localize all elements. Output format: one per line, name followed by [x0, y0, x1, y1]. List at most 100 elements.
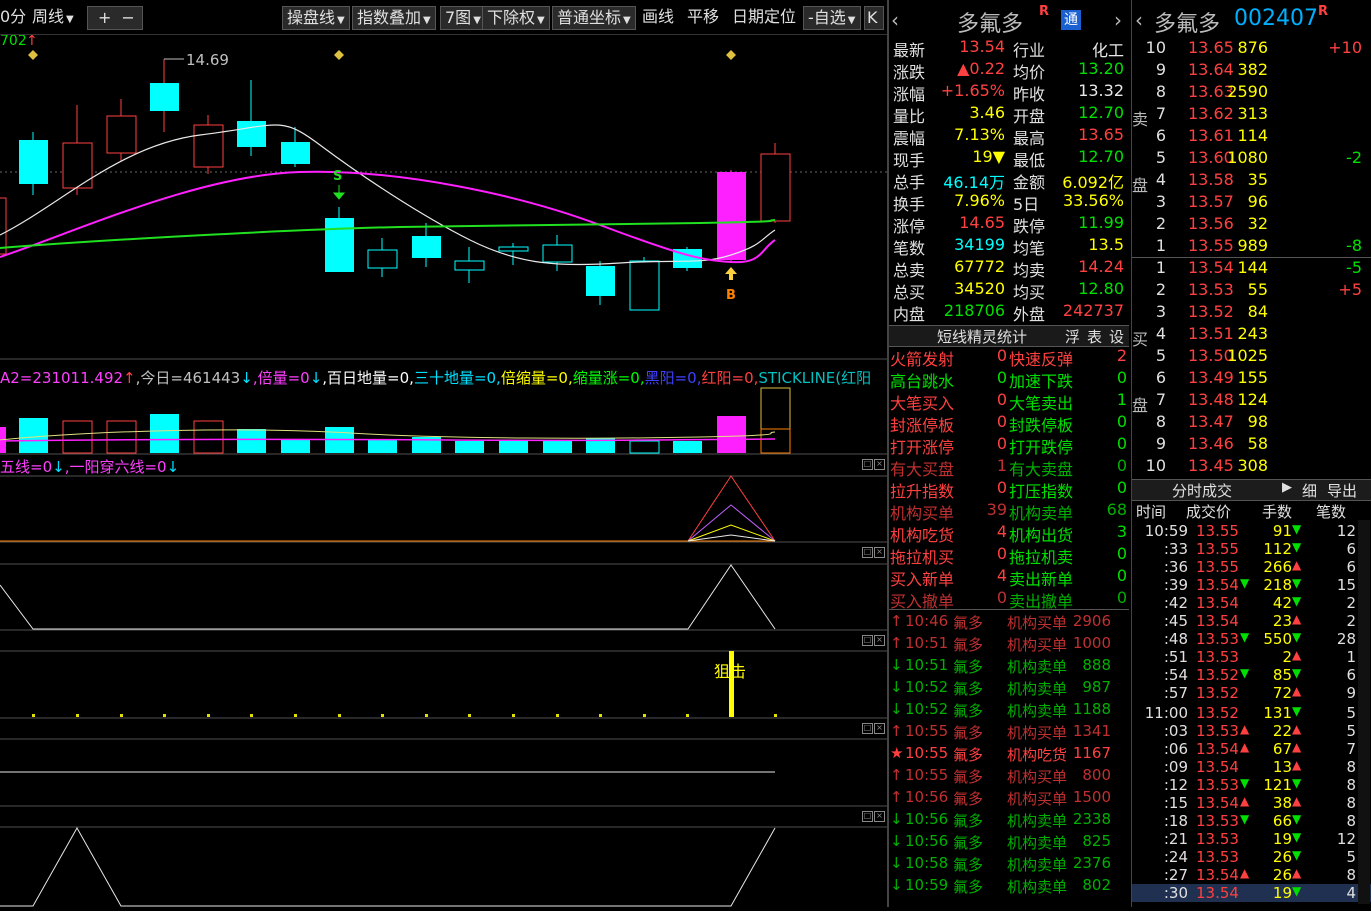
col-count[interactable]: 笔数: [1316, 501, 1346, 522]
trade-row[interactable]: :03 13.53 ▲ 22 ▲ 5: [1132, 722, 1371, 740]
settings-button[interactable]: 设: [1109, 326, 1124, 347]
close-pane-icon[interactable]: ×: [874, 547, 885, 558]
trade-row[interactable]: :33 13.55 112 ▼ 6: [1132, 540, 1371, 558]
index-overlay-menu[interactable]: 指数叠加 ▼: [352, 6, 436, 30]
spirit-event-row[interactable]: ↑ 10:55 氟多 机构买单 800: [889, 766, 1129, 788]
spirit-row[interactable]: 高台跳水 0 加速下跌 0: [889, 368, 1129, 391]
spirit-event-row[interactable]: ↓ 10:59 氟多 机构卖单 802: [889, 876, 1129, 898]
maximize-pane-icon[interactable]: □: [862, 811, 873, 822]
bid-row[interactable]: 2 13.53 55 +5: [1132, 280, 1371, 302]
ex-rights-menu[interactable]: 下除权 ▼: [482, 6, 550, 30]
spirit-row[interactable]: 拉升指数 0 打压指数 0: [889, 478, 1129, 501]
table-button[interactable]: 表: [1087, 326, 1102, 347]
trade-row[interactable]: :12 13.53 ▼ 121 ▼ 8: [1132, 776, 1371, 794]
bid-row[interactable]: 10 13.45 308: [1132, 456, 1371, 478]
zoom-in-button[interactable]: +: [98, 8, 111, 27]
spirit-event-row[interactable]: ↓ 10:51 氟多 机构卖单 888: [889, 656, 1129, 678]
spirit-event-row[interactable]: ↑ 10:55 氟多 机构买单 1341: [889, 722, 1129, 744]
ask-row[interactable]: 10 13.65 876 +10: [1132, 38, 1371, 60]
spirit-event-row[interactable]: ★ 10:55 氟多 机构吃货 1167: [889, 744, 1129, 766]
trade-row[interactable]: :54 13.52 ▼ 85 ▼ 6: [1132, 666, 1371, 684]
pan-button[interactable]: 平移: [687, 6, 719, 28]
spirit-row[interactable]: 买入撤单 0 卖出撤单 0: [889, 588, 1129, 611]
maximize-pane-icon[interactable]: □: [862, 459, 873, 470]
zoom-out-button[interactable]: −: [121, 8, 134, 27]
maximize-pane-icon[interactable]: □: [862, 635, 873, 646]
ask-row[interactable]: 4 13.58 35: [1132, 170, 1371, 192]
maximize-pane-icon[interactable]: □: [862, 547, 873, 558]
ask-row[interactable]: 5 13.60 1080 -2: [1132, 148, 1371, 170]
next-stock-icon[interactable]: ›: [1114, 8, 1122, 32]
spirit-event-row[interactable]: ↑ 10:56 氟多 机构买单 1500: [889, 788, 1129, 810]
prev-stock-icon[interactable]: ‹: [891, 8, 899, 32]
close-pane-icon[interactable]: ×: [874, 811, 885, 822]
ask-row[interactable]: 1 13.55 989 -8: [1132, 236, 1371, 258]
ask-row[interactable]: 8 13.63 2590: [1132, 82, 1371, 104]
spirit-event-row[interactable]: ↓ 10:56 氟多 机构卖单 2338: [889, 810, 1129, 832]
watchlist-menu[interactable]: -自选 ▼: [803, 6, 861, 30]
close-pane-icon[interactable]: ×: [874, 459, 885, 470]
kline-chart-area[interactable]: 702 ↑ 14.69 S B 狙击 A2=231011.492↑,今日=461…: [0, 33, 887, 907]
ask-row[interactable]: 3 13.57 96: [1132, 192, 1371, 214]
date-locate-button[interactable]: 日期定位: [732, 6, 796, 28]
connect-badge[interactable]: 通: [1061, 10, 1081, 30]
spirit-row[interactable]: 机构买单 39 机构卖单 68: [889, 500, 1129, 523]
maximize-pane-icon[interactable]: □: [862, 723, 873, 734]
close-pane-icon[interactable]: ×: [874, 635, 885, 646]
trade-row[interactable]: :27 13.54 ▲ 26 ▲ 8: [1132, 866, 1371, 884]
ask-row[interactable]: 9 13.64 382: [1132, 60, 1371, 82]
col-time[interactable]: 时间: [1136, 501, 1166, 522]
bid-row[interactable]: 3 13.52 84: [1132, 302, 1371, 324]
trade-row[interactable]: :57 13.52 72 ▲ 9: [1132, 684, 1371, 702]
col-price[interactable]: 成交价: [1186, 501, 1231, 522]
trade-row[interactable]: :42 13.54 42 ▼ 2: [1132, 594, 1371, 612]
seven-charts-menu[interactable]: 7图 ▼: [440, 6, 486, 30]
spirit-row[interactable]: 拖拉机买 0 拖拉机卖 0: [889, 544, 1129, 567]
trade-row[interactable]: :48 13.53 ▼ 550 ▼ 28: [1132, 630, 1371, 648]
draw-line-button[interactable]: 画线: [642, 6, 674, 28]
trade-row[interactable]: 11:00 13.52 131 ▼ 5: [1132, 704, 1371, 722]
trade-row[interactable]: :24 13.53 26 ▼ 5: [1132, 848, 1371, 866]
ops-line-menu[interactable]: 操盘线 ▼: [282, 6, 350, 30]
spirit-row[interactable]: 大笔买入 0 大笔卖出 1: [889, 390, 1129, 413]
close-pane-icon[interactable]: ×: [874, 723, 885, 734]
weekly-period-select[interactable]: 周线 ▼: [32, 6, 74, 28]
trade-row[interactable]: :39 13.54 ▼ 218 ▼ 15: [1132, 576, 1371, 594]
trade-row[interactable]: :15 13.54 ▲ 38 ▲ 8: [1132, 794, 1371, 812]
trade-row[interactable]: 10:59 13.55 91 ▼ 12: [1132, 522, 1371, 540]
bid-row[interactable]: 5 13.50 1025: [1132, 346, 1371, 368]
export-button[interactable]: 导出: [1327, 480, 1357, 501]
bid-row[interactable]: 7 13.48 124: [1132, 390, 1371, 412]
spirit-row[interactable]: 机构吃货 4 机构出货 3: [889, 522, 1129, 545]
spirit-event-row[interactable]: ↓ 10:52 氟多 机构卖单 987: [889, 678, 1129, 700]
ask-row[interactable]: 2 13.56 32: [1132, 214, 1371, 236]
coordinate-menu[interactable]: 普通坐标 ▼: [552, 6, 636, 30]
ask-row[interactable]: 6 13.61 114: [1132, 126, 1371, 148]
spirit-row[interactable]: 买入新单 4 卖出新单 0: [889, 566, 1129, 589]
float-button[interactable]: 浮: [1065, 326, 1080, 347]
spirit-event-row[interactable]: ↓ 10:56 氟多 机构卖单 825: [889, 832, 1129, 854]
bid-row[interactable]: 1 13.54 144 -5: [1132, 258, 1371, 280]
collapse-panel-button[interactable]: K: [864, 6, 884, 30]
detail-button[interactable]: 细: [1302, 480, 1317, 501]
trades-scrollbar[interactable]: [1358, 520, 1370, 904]
col-volume[interactable]: 手数: [1262, 501, 1292, 522]
period-button[interactable]: 0分: [0, 6, 26, 28]
trade-row[interactable]: :09 13.54 13 ▲ 8: [1132, 758, 1371, 776]
trade-row[interactable]: :18 13.53 ▼ 66 ▼ 8: [1132, 812, 1371, 830]
bid-row[interactable]: 9 13.46 58: [1132, 434, 1371, 456]
bid-row[interactable]: 4 13.51 243: [1132, 324, 1371, 346]
bid-row[interactable]: 8 13.47 98: [1132, 412, 1371, 434]
spirit-row[interactable]: 有大买盘 1 有大卖盘 0: [889, 456, 1129, 479]
ask-row[interactable]: 7 13.62 313: [1132, 104, 1371, 126]
trade-row[interactable]: :06 13.54 ▲ 67 ▲ 7: [1132, 740, 1371, 758]
prev-stock-icon[interactable]: ‹: [1135, 8, 1143, 32]
trade-row[interactable]: :36 13.55 266 ▲ 6: [1132, 558, 1371, 576]
spirit-event-row[interactable]: ↑ 10:51 氟多 机构买单 1000: [889, 634, 1129, 656]
spirit-row[interactable]: 封涨停板 0 封跌停板 0: [889, 412, 1129, 435]
bid-row[interactable]: 6 13.49 155: [1132, 368, 1371, 390]
trade-row[interactable]: :45 13.54 23 ▲ 2: [1132, 612, 1371, 630]
trade-row[interactable]: :51 13.53 2 ▲ 1: [1132, 648, 1371, 666]
expand-icon[interactable]: ▶: [1282, 480, 1292, 495]
spirit-event-row[interactable]: ↓ 10:58 氟多 机构卖单 2376: [889, 854, 1129, 876]
